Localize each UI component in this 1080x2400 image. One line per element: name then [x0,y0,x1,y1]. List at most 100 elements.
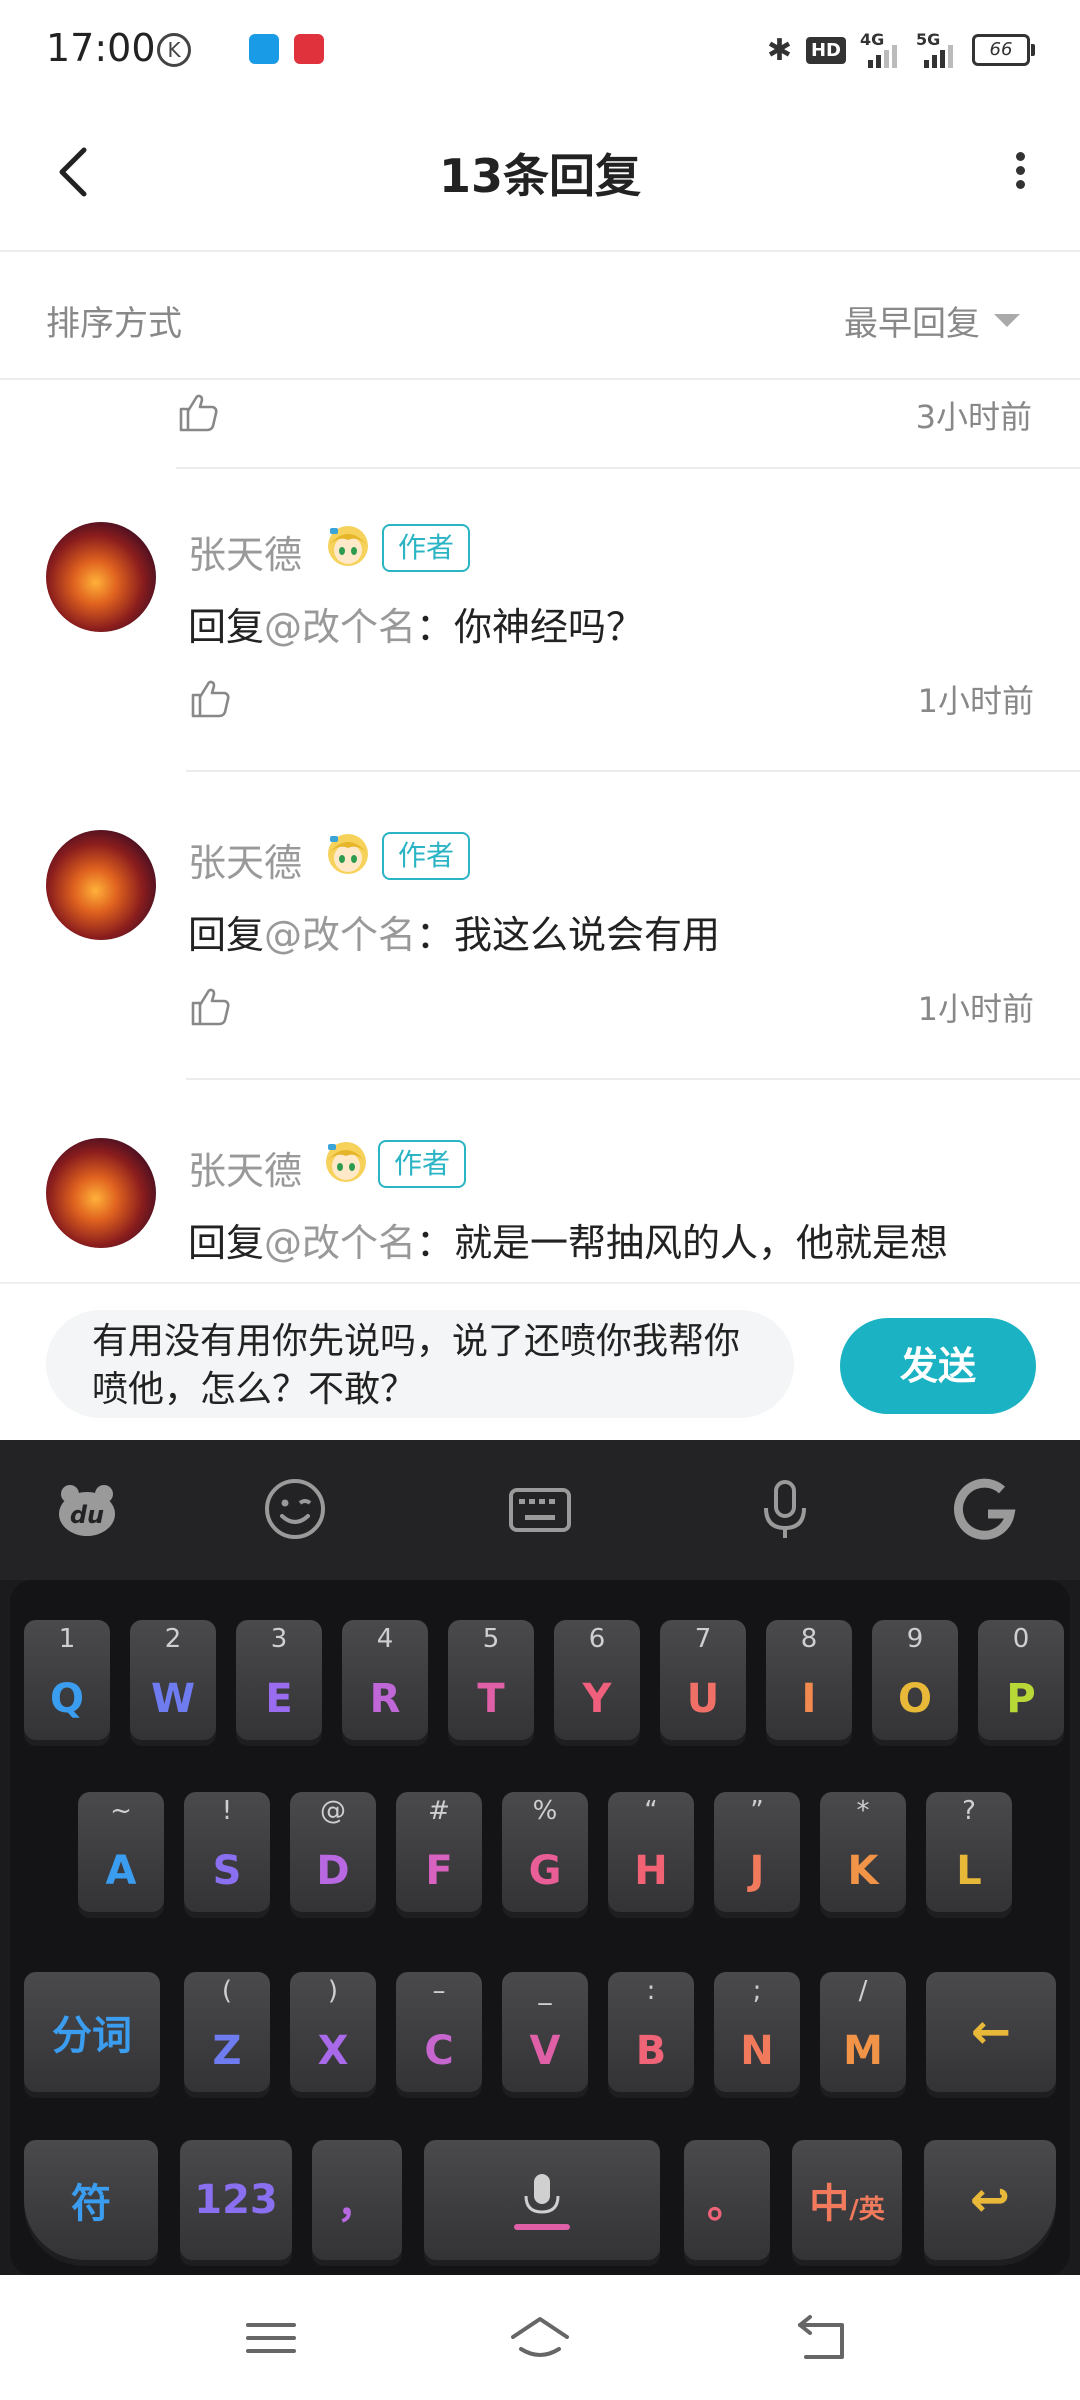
cartoon-girl-icon [326,1142,366,1182]
key-label: I [801,1676,817,1722]
signal-4g-icon: 4G [860,30,902,68]
microphone-icon[interactable] [750,1474,820,1544]
microphone-icon [514,2174,570,2230]
key-label: X [317,2028,349,2074]
sort-value: 最早回复 [844,304,980,344]
key-secondary-label: : [646,1976,656,2006]
fenci-key[interactable]: 分词 [24,1972,160,2092]
key-v[interactable]: _ V [502,1972,588,2092]
key-f[interactable]: # F [396,1792,482,1912]
key-secondary-label: ! [221,1796,233,1826]
key-j[interactable]: ” J [714,1792,800,1912]
enter-key[interactable]: ↩ [924,2140,1056,2260]
reply-input[interactable]: 有用没有用你先说吗，说了还喷你我帮你喷他，怎么？不敢？ [46,1310,794,1418]
like-thumb-icon[interactable] [188,676,232,720]
more-options-icon[interactable] [990,140,1050,200]
key-secondary-label: “ [644,1796,658,1826]
emoji-icon[interactable] [260,1474,330,1544]
key-d[interactable]: @ D [290,1792,376,1912]
user-name[interactable]: 张天德 [188,524,302,579]
mention-link[interactable]: @改个名 [264,913,416,957]
app-notification-icon-2 [294,34,324,64]
like-thumb-icon[interactable] [176,390,220,434]
key-secondary-label: * [856,1796,870,1826]
avatar[interactable] [46,830,156,940]
key-w[interactable]: 2W [130,1620,216,1740]
menu-icon[interactable] [236,2303,306,2373]
key-b[interactable]: :B [608,1972,694,2092]
key-secondary-label: @ [320,1796,346,1826]
keyboard-toolbar: du [0,1440,1080,1580]
key-n[interactable]: ; N [714,1972,800,2092]
key-label: E [265,1676,293,1722]
key-y[interactable]: 6Y [554,1620,640,1740]
back-icon[interactable] [788,2303,858,2373]
key-k[interactable]: * K [820,1792,906,1912]
key-m[interactable]: / M [820,1972,906,2092]
user-name[interactable]: 张天德 [188,832,302,887]
key-label: U [686,1676,720,1722]
key-i[interactable]: 8I [766,1620,852,1740]
keyboard-switch-icon[interactable] [505,1474,575,1544]
key-secondary-label: 2 [164,1624,182,1654]
key-label: A [105,1848,137,1894]
list-item[interactable]: 张天德 作者 回复@改个名：我这么说会有用 1小时前 [0,778,1080,1086]
key-g[interactable]: % G [502,1792,588,1912]
baidu-bear-icon[interactable]: du [52,1474,122,1544]
page-title: 13条回复 [438,149,641,203]
mention-link[interactable]: @改个名 [264,1221,416,1265]
key-label: Z [212,2028,242,2074]
backspace-key[interactable]: ← [926,1972,1056,2092]
status-indicators: ✱ HD 4G 5G 66 [767,30,1035,70]
divider [186,770,1080,772]
key-label: P [1006,1676,1036,1722]
send-button[interactable]: 发送 [840,1318,1036,1414]
key-x[interactable]: ) X [290,1972,376,2092]
key-h[interactable]: “H [608,1792,694,1912]
space-key[interactable] [424,2140,660,2260]
key-z[interactable]: (Z [184,1972,270,2092]
avatar[interactable] [46,1138,156,1248]
reply-time: 3小时前 [915,398,1032,436]
key-label: T [477,1676,505,1722]
key-secondary-label: % [532,1796,558,1826]
key-o[interactable]: 9O [872,1620,958,1740]
signal-5g-icon: 5G [916,30,958,68]
key-secondary-label: 1 [58,1624,76,1654]
symbol-key[interactable]: 符 [24,2140,158,2260]
key-a[interactable]: ~ A [78,1792,164,1912]
g-logo-icon[interactable] [950,1474,1020,1544]
list-item[interactable]: 张天德 作者 回复@改个名：你神经吗？ 1小时前 [0,470,1080,778]
key-p[interactable]: 0P [978,1620,1064,1740]
system-nav-bar [0,2275,1080,2400]
key-c[interactable]: – C [396,1972,482,2092]
user-name[interactable]: 张天德 [188,1140,302,1195]
key-q[interactable]: 1Q [24,1620,110,1740]
key-label: N [740,2028,774,2074]
key-l[interactable]: ? L [926,1792,1012,1912]
status-time: 17:00 [46,26,156,70]
key-t[interactable]: 5T [448,1620,534,1740]
list-item[interactable]: 张天德 作者 回复@改个名：就是一帮抽风的人，他就是想 [0,1086,1080,1280]
key-s[interactable]: ! S [184,1792,270,1912]
like-thumb-icon[interactable] [188,984,232,1028]
language-switch-key[interactable]: 中/英 [792,2140,902,2260]
home-icon[interactable] [505,2303,575,2373]
key-secondary-label: 3 [270,1624,288,1654]
hd-icon: HD [805,36,846,64]
avatar[interactable] [46,522,156,632]
sort-dropdown[interactable]: 最早回复 [844,296,1020,345]
key-e[interactable]: 3E [236,1620,322,1740]
mention-link[interactable]: @改个名 [264,605,416,649]
key-r[interactable]: 4R [342,1620,428,1740]
key-secondary-label: ” [750,1796,764,1826]
period-key[interactable]: 。 [684,2140,770,2260]
key-label: J [749,1848,765,1894]
comma-key[interactable]: ， [312,2140,402,2260]
key-u[interactable]: 7U [660,1620,746,1740]
soft-keyboard: du 1Q2W3E4R5T6Y7U8I9O0P ~ A! S @ D # F% G “H” J * K… [0,1440,1080,2275]
battery-icon: 66 [972,34,1035,66]
chevron-down-icon [994,314,1020,327]
number-key[interactable]: 123 [180,2140,292,2260]
sort-bar: 排序方式 最早回复 [0,252,1080,380]
